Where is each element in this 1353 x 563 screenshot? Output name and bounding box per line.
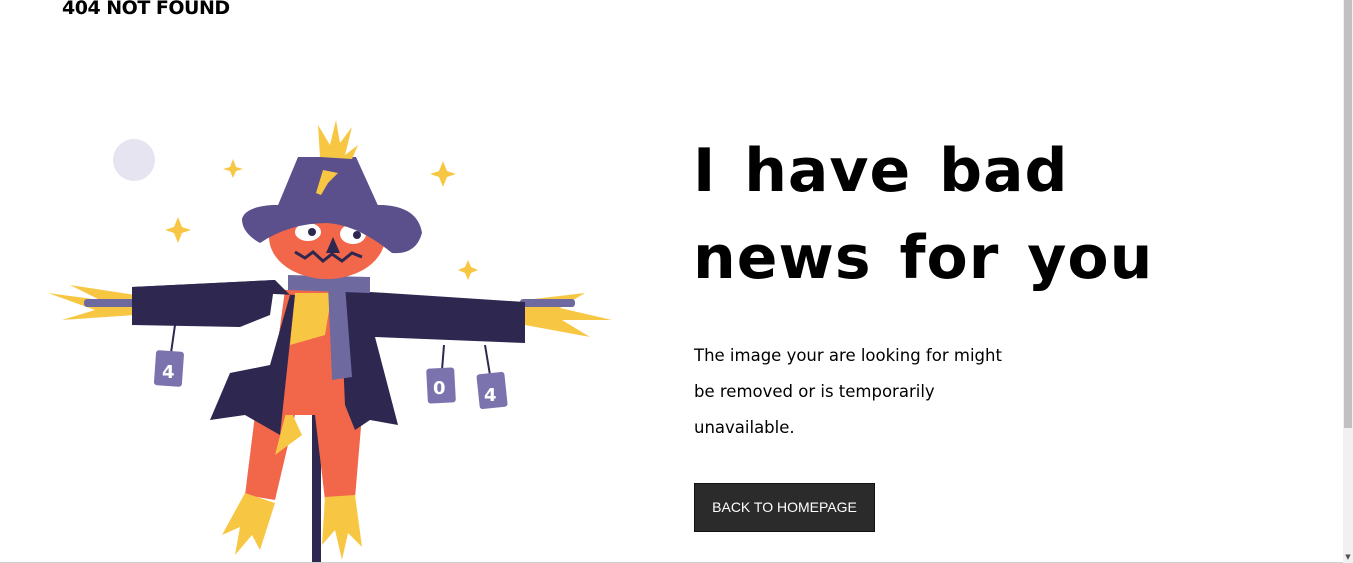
- scroll-down-arrow-icon[interactable]: ▼: [1343, 553, 1353, 561]
- can-digit: 0: [433, 378, 446, 399]
- can-digit: 4: [162, 362, 175, 383]
- sparkle-icon: [223, 159, 243, 178]
- headline: I have bad news for you: [693, 136, 1154, 293]
- moon-icon: [113, 139, 155, 181]
- hat-straw: [318, 120, 358, 159]
- page: 404 NOT FOUND 4 0 4 I have bad news for …: [0, 0, 1353, 563]
- can-digit: 4: [484, 385, 497, 406]
- coat-right: [340, 290, 525, 430]
- back-to-homepage-button[interactable]: BACK TO HOMEPAGE: [694, 483, 875, 532]
- foot-right: [322, 495, 362, 560]
- site-brand: 404 NOT FOUND: [62, 0, 230, 19]
- sparkle-icon: [165, 217, 191, 243]
- sparkle-icon: [430, 161, 456, 187]
- scarecrow-illustration: 4 0 4: [48, 120, 612, 563]
- scrollbar-thumb[interactable]: [1344, 0, 1352, 428]
- foot-left: [222, 493, 275, 555]
- error-message: The image your are looking for might be …: [694, 346, 1002, 437]
- vertical-scrollbar[interactable]: ▼: [1343, 0, 1353, 563]
- hat-crown: [276, 157, 380, 210]
- sparkle-icon: [458, 260, 478, 280]
